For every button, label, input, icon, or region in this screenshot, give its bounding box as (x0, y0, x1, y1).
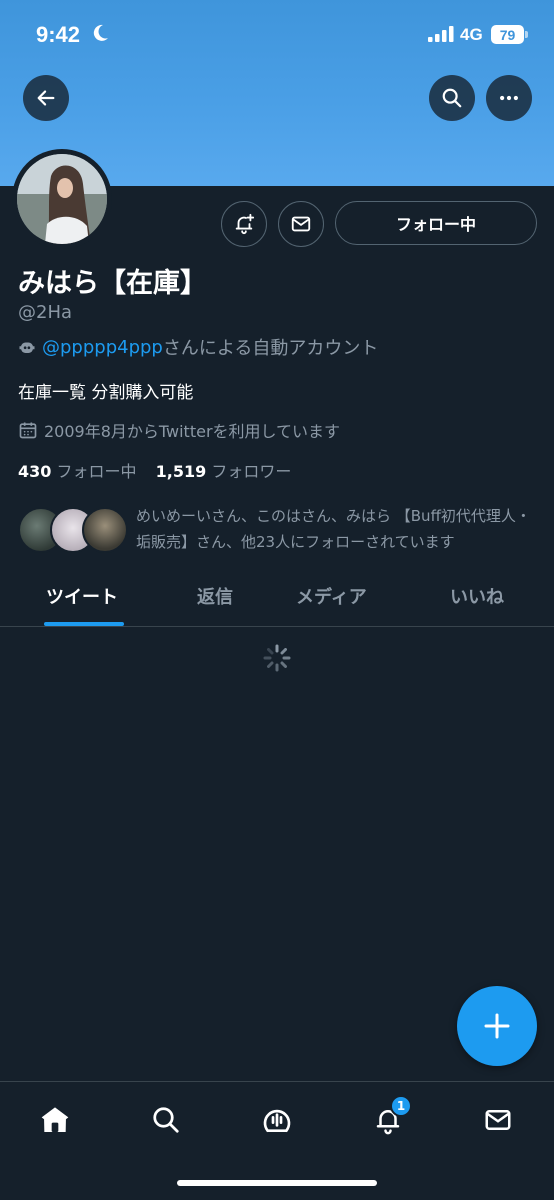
following-label: フォロー中 (56, 462, 137, 481)
battery-nub (525, 31, 528, 38)
moon-icon (93, 24, 109, 46)
following-count: 430 (18, 462, 52, 481)
active-tab-indicator (44, 622, 124, 626)
follow-stats: 430 フォロー中 1,519 フォロワー (18, 458, 291, 482)
tab-tweets[interactable]: ツイート (46, 583, 118, 609)
followed-by-text: めいめーいさん、このはさん、みはら 【Buff初代代理人・垢販売】さん、他23人… (136, 507, 531, 551)
loading-spinner-icon (262, 643, 292, 677)
more-dots-icon (500, 95, 518, 101)
notification-badge: 1 (390, 1095, 412, 1117)
followers-stat[interactable]: 1,519 フォロワー (156, 462, 292, 481)
message-button[interactable] (278, 201, 324, 247)
following-button[interactable]: フォロー中 (335, 201, 537, 245)
joined-text: 2009年8月からTwitterを利用しています (44, 422, 341, 441)
profile-name: みはら【在庫】 (18, 268, 207, 299)
profile-bio: 在庫一覧 分割購入可能 (18, 383, 194, 403)
status-bar: 9:42 4G 79 (0, 0, 554, 70)
automated-account-label: @ppppp4ppp さんによる自動アカウント (18, 334, 378, 360)
battery-icon: 79 (491, 25, 524, 44)
more-button[interactable] (486, 75, 532, 121)
nav-spaces[interactable] (257, 1100, 297, 1140)
tab-replies[interactable]: 返信 (197, 583, 233, 609)
automated-account-text: さんによる自動アカウント (162, 338, 379, 359)
following-stat[interactable]: 430 フォロー中 (18, 462, 137, 481)
robot-icon (19, 342, 35, 353)
followers-count: 1,519 (155, 462, 207, 481)
compose-tweet-button[interactable] (457, 986, 537, 1066)
automated-account-link[interactable]: @ppppp4ppp (42, 337, 163, 358)
nav-home[interactable] (35, 1100, 75, 1140)
profile-tabs: ツイート 返信 メディア いいね (0, 567, 554, 627)
plus-icon (484, 1013, 510, 1039)
joined-date: 2009年8月からTwitterを利用しています (18, 418, 340, 442)
search-button[interactable] (429, 75, 475, 121)
messages-icon (485, 1110, 511, 1130)
followers-label: フォロワー (211, 462, 292, 481)
notify-button[interactable] (221, 201, 267, 247)
profile-avatar[interactable] (12, 149, 112, 249)
cellular-signal-icon (428, 26, 454, 46)
home-indicator (177, 1180, 377, 1186)
home-icon (41, 1107, 69, 1132)
status-time: 9:42 (36, 22, 81, 47)
search-icon (153, 1107, 179, 1133)
profile-handle: @2Ha (18, 302, 73, 323)
tab-likes[interactable]: いいね (450, 583, 504, 609)
nav-messages[interactable] (478, 1100, 518, 1140)
search-icon (442, 88, 462, 108)
envelope-icon (291, 216, 311, 232)
arrow-left-icon (37, 90, 55, 106)
follower-avatar (82, 507, 128, 553)
nav-notifications[interactable]: 1 (368, 1095, 412, 1140)
calendar-icon (19, 422, 37, 439)
nav-search[interactable] (146, 1100, 186, 1140)
network-type: 4G (460, 25, 483, 44)
tab-media[interactable]: メディア (296, 583, 367, 609)
followers-you-know[interactable]: めいめーいさん、このはさん、みはら 【Buff初代代理人・垢販売】さん、他23人… (18, 503, 538, 557)
bell-plus-icon (235, 213, 255, 235)
spaces-icon (263, 1109, 291, 1132)
bottom-navigation: 1 (0, 1081, 554, 1200)
back-button[interactable] (23, 75, 69, 121)
avatar-image (17, 154, 107, 244)
